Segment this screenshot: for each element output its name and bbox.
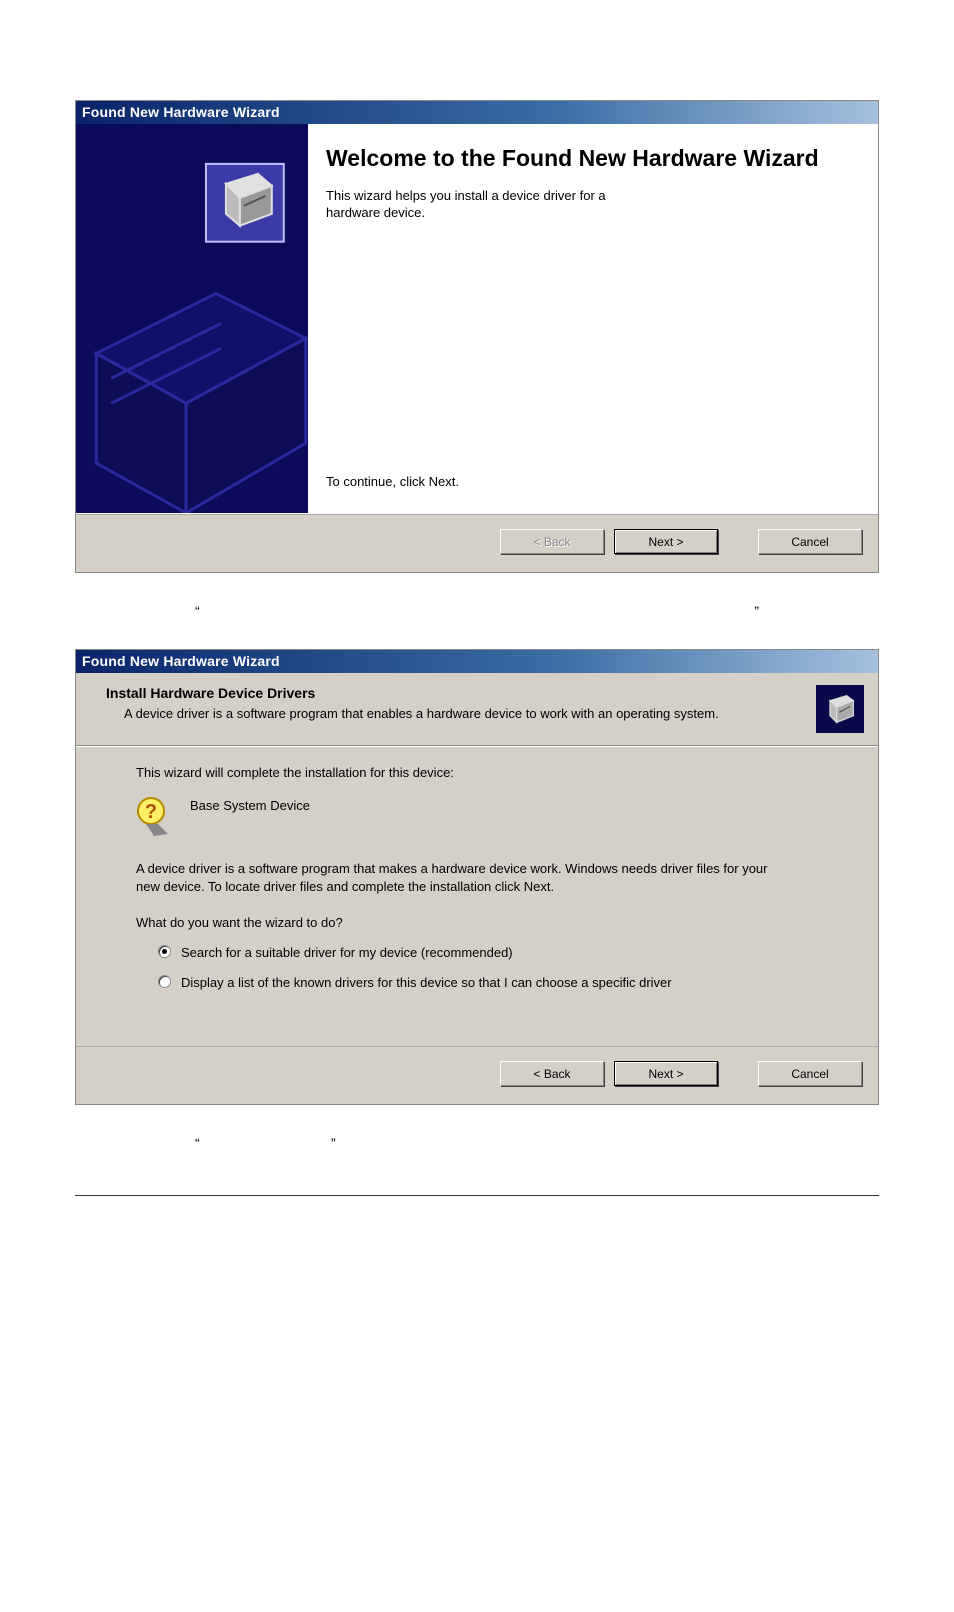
- radio-label: Search for a suitable driver for my devi…: [181, 944, 513, 962]
- wizard-header: Install Hardware Device Drivers A device…: [76, 673, 878, 746]
- open-quote: “: [195, 1135, 200, 1151]
- titlebar: Found New Hardware Wizard: [76, 650, 878, 673]
- unknown-device-icon: ?: [136, 796, 172, 836]
- back-button[interactable]: < Back: [500, 1061, 604, 1086]
- next-button[interactable]: Next >: [614, 529, 718, 554]
- window-title: Found New Hardware Wizard: [82, 653, 280, 669]
- computer-hardware-icon: [76, 124, 308, 513]
- page-subtitle: A device driver is a software program th…: [106, 705, 804, 723]
- radio-option-list[interactable]: Display a list of the known drivers for …: [158, 974, 778, 992]
- wizard-sidebar-graphic: [76, 124, 308, 513]
- wizard-continue-text: To continue, click Next.: [326, 474, 850, 499]
- close-quote: ”: [754, 603, 759, 619]
- radio-selected-icon: [158, 945, 171, 958]
- radio-group: Search for a suitable driver for my devi…: [136, 944, 838, 991]
- cancel-button[interactable]: Cancel: [758, 529, 862, 554]
- device-name: Base System Device: [190, 796, 310, 813]
- wizard-install-dialog: Found New Hardware Wizard Install Hardwa…: [75, 649, 879, 1105]
- svg-text:?: ?: [145, 801, 157, 823]
- wizard-subtext: This wizard helps you install a device d…: [326, 187, 656, 222]
- device-row: ? Base System Device: [136, 796, 838, 836]
- radio-unselected-icon: [158, 975, 171, 988]
- footer-rule: [75, 1195, 879, 1196]
- back-button: < Back: [500, 529, 604, 554]
- titlebar: Found New Hardware Wizard: [76, 101, 878, 124]
- quote-marks-2: “ ”: [75, 1135, 879, 1155]
- cancel-button[interactable]: Cancel: [758, 1061, 862, 1086]
- open-quote: “: [195, 603, 200, 619]
- hardware-icon: [816, 685, 864, 733]
- radio-option-search[interactable]: Search for a suitable driver for my devi…: [158, 944, 778, 962]
- wizard-welcome-dialog: Found New Hardware Wizard: [75, 100, 879, 573]
- window-title: Found New Hardware Wizard: [82, 104, 280, 120]
- wizard-content: Welcome to the Found New Hardware Wizard…: [308, 124, 878, 513]
- button-row: < Back Next > Cancel: [76, 1046, 878, 1104]
- page-title: Install Hardware Device Drivers: [106, 685, 804, 701]
- driver-paragraph: A device driver is a software program th…: [136, 860, 776, 895]
- quote-marks-1: “ ”: [75, 603, 879, 623]
- next-button[interactable]: Next >: [614, 1061, 718, 1086]
- wizard-heading: Welcome to the Found New Hardware Wizard: [326, 144, 850, 173]
- wizard-body: This wizard will complete the installati…: [76, 746, 878, 1046]
- radio-label: Display a list of the known drivers for …: [181, 974, 672, 992]
- wizard-question: What do you want the wizard to do?: [136, 915, 838, 930]
- close-quote: ”: [331, 1135, 336, 1151]
- intro-text: This wizard will complete the installati…: [136, 765, 838, 780]
- button-row: < Back Next > Cancel: [76, 514, 878, 572]
